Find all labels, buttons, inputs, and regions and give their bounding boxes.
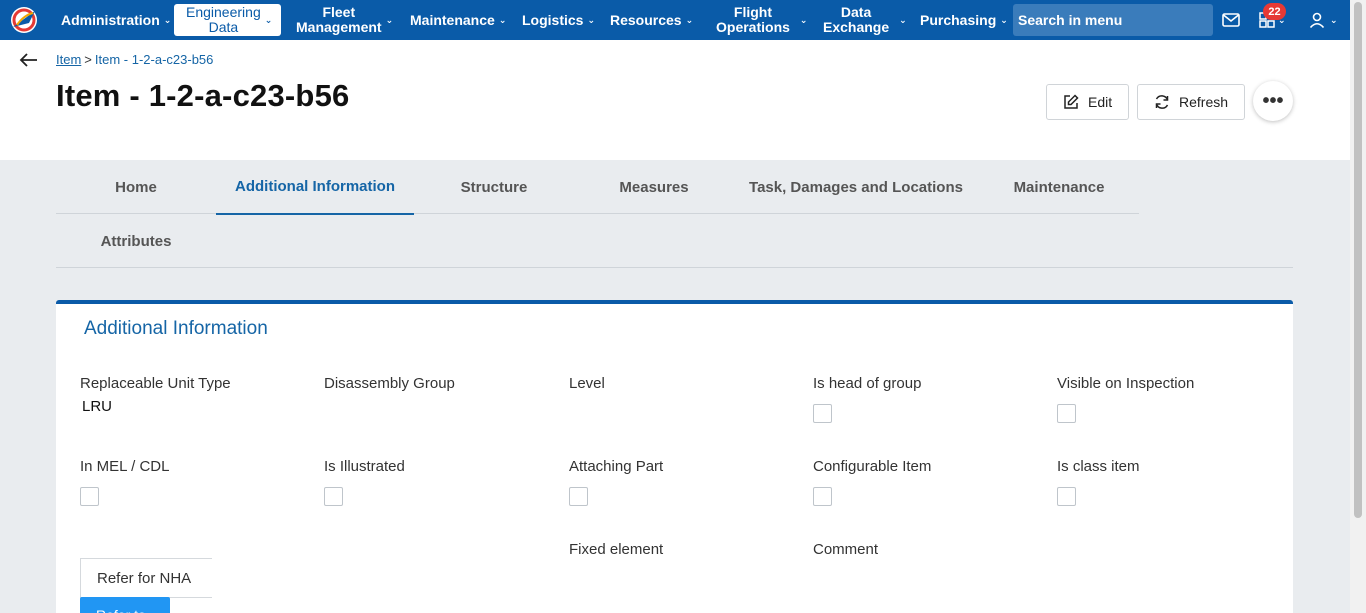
edit-button[interactable]: Edit bbox=[1046, 84, 1130, 120]
menu-search-input[interactable]: Search in menu bbox=[1013, 4, 1213, 36]
tab-attributes[interactable]: Attributes bbox=[56, 214, 216, 268]
logo-icon[interactable] bbox=[9, 5, 39, 35]
chevron-down-icon: ⌄ bbox=[799, 14, 808, 25]
breadcrumb-item-link[interactable]: Item bbox=[56, 52, 81, 67]
chevron-down-icon: ⌄ bbox=[1330, 14, 1338, 25]
tab-structure[interactable]: Structure bbox=[414, 160, 574, 214]
edit-icon bbox=[1064, 94, 1079, 109]
chevron-down-icon: ⌄ bbox=[385, 14, 394, 25]
tab-bar-row-2: Attributes bbox=[56, 214, 1293, 268]
visible-on-inspection-label: Visible on Inspection bbox=[1057, 375, 1195, 392]
back-arrow-icon[interactable] bbox=[18, 52, 38, 68]
nav-administration[interactable]: Administration ⌄ bbox=[61, 0, 171, 40]
breadcrumb-separator: > bbox=[84, 52, 92, 67]
nav-maintenance[interactable]: Maintenance ⌄ bbox=[410, 0, 506, 40]
chevron-down-icon: ⌄ bbox=[587, 14, 596, 25]
nav-flight-operations[interactable]: Flight Operations ⌄ bbox=[716, 0, 807, 40]
refresh-icon bbox=[1155, 95, 1169, 109]
configurable-item-checkbox[interactable] bbox=[813, 487, 832, 506]
is-illustrated-checkbox[interactable] bbox=[324, 487, 343, 506]
tab-measures[interactable]: Measures bbox=[574, 160, 734, 214]
additional-information-panel: Additional Information Replaceable Unit … bbox=[56, 300, 1293, 613]
nav-engineering-data[interactable]: Engineering Data ⌄ bbox=[174, 4, 281, 36]
in-mel-cdl-label: In MEL / CDL bbox=[80, 458, 170, 475]
chevron-down-icon: ⌄ bbox=[685, 14, 694, 25]
tab-additional-information[interactable]: Additional Information bbox=[216, 160, 414, 215]
is-class-item-label: Is class item bbox=[1057, 458, 1140, 475]
attaching-part-label: Attaching Part bbox=[569, 458, 664, 475]
is-illustrated-label: Is Illustrated bbox=[324, 458, 405, 475]
breadcrumb: Item > Item - 1-2-a-c23-b56 bbox=[56, 52, 213, 67]
nav-data-exchange[interactable]: Data Exchange ⌄ bbox=[823, 0, 907, 40]
more-options-button[interactable]: ••• bbox=[1253, 81, 1293, 121]
is-class-item-checkbox[interactable] bbox=[1057, 487, 1076, 506]
chevron-down-icon[interactable]: ⌄ bbox=[1278, 0, 1286, 40]
configurable-item-label: Configurable Item bbox=[813, 458, 932, 475]
is-head-of-group-label: Is head of group bbox=[813, 375, 922, 392]
mail-icon[interactable] bbox=[1222, 0, 1240, 40]
top-navigation: Administration ⌄ Engineering Data ⌄ Fleet Ma… bbox=[0, 0, 1350, 40]
comment-label: Comment bbox=[813, 541, 879, 558]
attaching-part-checkbox[interactable] bbox=[569, 487, 588, 506]
tab-maintenance[interactable]: Maintenance bbox=[978, 160, 1140, 214]
replaceable-unit-type-value: LRU bbox=[82, 398, 113, 415]
level-label: Level bbox=[569, 375, 605, 392]
scrollbar-thumb[interactable] bbox=[1354, 2, 1362, 518]
chevron-down-icon: ⌄ bbox=[264, 14, 273, 25]
nav-fleet-management[interactable]: Fleet Management ⌄ bbox=[296, 0, 393, 40]
tab-task-damages-locations[interactable]: Task, Damages and Locations bbox=[734, 160, 978, 214]
user-icon[interactable]: ⌄ bbox=[1309, 0, 1338, 40]
refer-to-button[interactable]: Refer to bbox=[80, 597, 170, 613]
fixed-element-label: Fixed element bbox=[569, 541, 664, 558]
refer-for-nha-input[interactable]: Refer for NHA bbox=[80, 558, 212, 598]
chevron-down-icon: ⌄ bbox=[899, 14, 907, 25]
nav-resources[interactable]: Resources ⌄ bbox=[610, 0, 693, 40]
page-title: Item - 1-2-a-c23-b56 bbox=[56, 78, 350, 113]
nav-logistics[interactable]: Logistics ⌄ bbox=[522, 0, 595, 40]
replaceable-unit-type-label: Replaceable Unit Type bbox=[80, 375, 231, 392]
in-mel-cdl-checkbox[interactable] bbox=[80, 487, 99, 506]
visible-on-inspection-checkbox[interactable] bbox=[1057, 404, 1076, 423]
refresh-button[interactable]: Refresh bbox=[1137, 84, 1246, 120]
chevron-down-icon: ⌄ bbox=[163, 14, 172, 25]
nav-purchasing[interactable]: Purchasing ⌄ bbox=[920, 0, 1008, 40]
chevron-down-icon: ⌄ bbox=[1000, 14, 1008, 25]
disassembly-group-label: Disassembly Group bbox=[324, 375, 455, 392]
chevron-down-icon: ⌄ bbox=[498, 14, 507, 25]
is-head-of-group-checkbox[interactable] bbox=[813, 404, 832, 423]
breadcrumb-current: Item - 1-2-a-c23-b56 bbox=[94, 52, 214, 67]
vertical-scrollbar[interactable] bbox=[1350, 0, 1366, 613]
panel-title: Additional Information bbox=[84, 318, 268, 339]
tab-bar: Home Additional Information Structure Me… bbox=[56, 160, 1140, 215]
tab-home[interactable]: Home bbox=[56, 160, 216, 214]
